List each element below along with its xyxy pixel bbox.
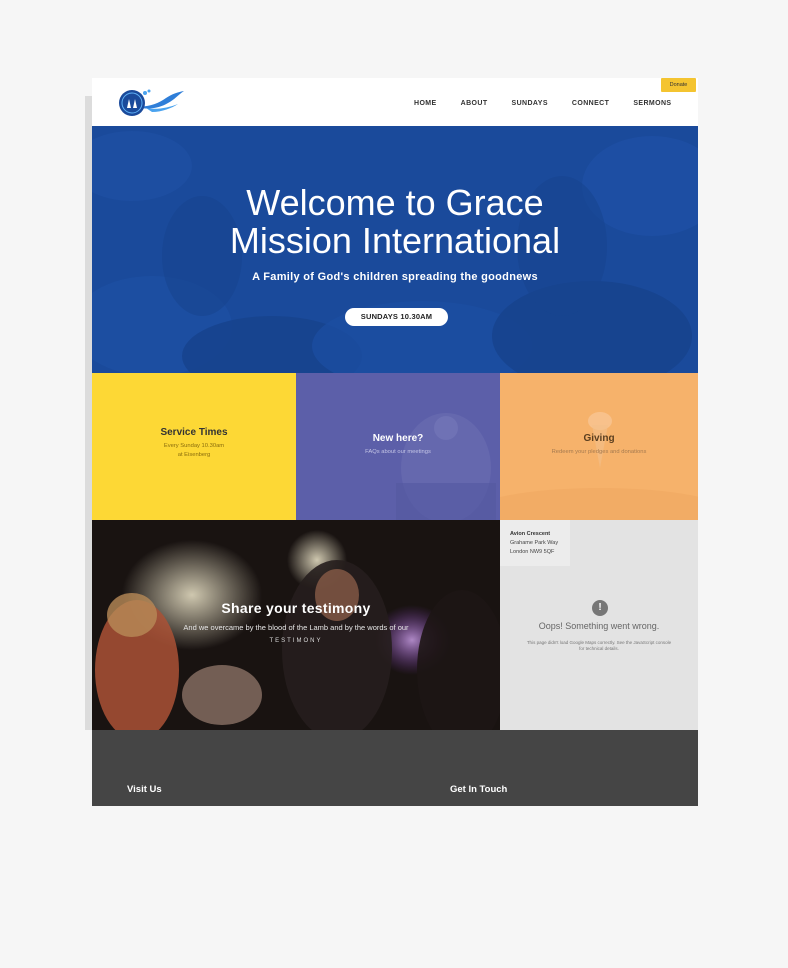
site-header: Donate HOME ABOUT SUNDAYS CONNECT SERMON… <box>92 78 698 126</box>
nav-sermons[interactable]: SERMONS <box>633 100 671 107</box>
giving-title: Giving <box>583 433 615 444</box>
footer-touch-heading: Get In Touch <box>450 784 508 795</box>
site-footer: Visit Us Get In Touch <box>92 730 698 806</box>
donate-button[interactable]: Donate <box>661 78 696 92</box>
address-card: Avion Crescent Grahame Park Way London N… <box>500 520 570 566</box>
new-here-text: FAQs about our meetings <box>365 449 431 455</box>
giving-text: Redeem your pledges and donations <box>551 449 647 455</box>
testimony-text: And we overcame by the blood of the Lamb… <box>183 623 409 632</box>
service-times-tile[interactable]: Service Times Every Sunday 10.30am at Ei… <box>92 373 296 520</box>
service-times-line2: at Eisenberg <box>177 452 211 458</box>
testimony-title: Share your testimony <box>221 600 371 616</box>
testimony-section[interactable]: Share your testimony And we overcame by … <box>92 520 500 730</box>
giving-photo-overlay <box>500 412 698 520</box>
page-shadow <box>85 96 92 730</box>
service-times-line1: Every Sunday 10.30am <box>163 443 225 449</box>
error-icon: ! <box>592 600 608 616</box>
new-here-title: New here? <box>372 433 424 444</box>
hero-title: Welcome to Grace Mission International <box>92 184 698 260</box>
preacher-photo-overlay <box>396 413 496 520</box>
address-line2: Grahame Park Way <box>510 540 559 546</box>
testimony-link[interactable]: TESTIMONY <box>92 638 500 644</box>
hero-subtitle: A Family of God's children spreading the… <box>252 271 538 283</box>
nav-connect[interactable]: CONNECT <box>572 100 609 107</box>
website-page: Donate HOME ABOUT SUNDAYS CONNECT SERMON… <box>92 78 698 806</box>
nav-about[interactable]: ABOUT <box>461 100 488 107</box>
map-error-title: Oops! Something went wrong. <box>538 621 660 631</box>
hero-title-line1: Welcome to Grace <box>246 182 544 223</box>
church-logo[interactable] <box>116 86 186 118</box>
nav-sundays[interactable]: SUNDAYS <box>512 100 548 107</box>
giving-tile[interactable]: Giving Redeem your pledges and donations <box>500 373 698 520</box>
hero-banner: Welcome to Grace Mission International A… <box>92 126 698 373</box>
main-nav: HOME ABOUT SUNDAYS CONNECT SERMONS <box>414 100 672 107</box>
map-embed[interactable]: Avion Crescent Grahame Park Way London N… <box>500 520 698 730</box>
sundays-button[interactable]: SUNDAYS 10.30AM <box>345 308 448 326</box>
address-line1: Avion Crescent <box>510 531 551 537</box>
address-line3: London NW9 5QF <box>510 549 555 555</box>
service-times-title: Service Times <box>160 427 228 438</box>
map-error-text: This page didn't load Google Maps correc… <box>526 640 672 651</box>
footer-visit-heading: Visit Us <box>127 784 162 795</box>
hero-title-line2: Mission International <box>229 220 561 261</box>
service-times-text: Every Sunday 10.30am at Eisenberg <box>92 442 296 460</box>
nav-home[interactable]: HOME <box>414 100 437 107</box>
new-here-tile[interactable]: New here? FAQs about our meetings <box>296 373 500 520</box>
